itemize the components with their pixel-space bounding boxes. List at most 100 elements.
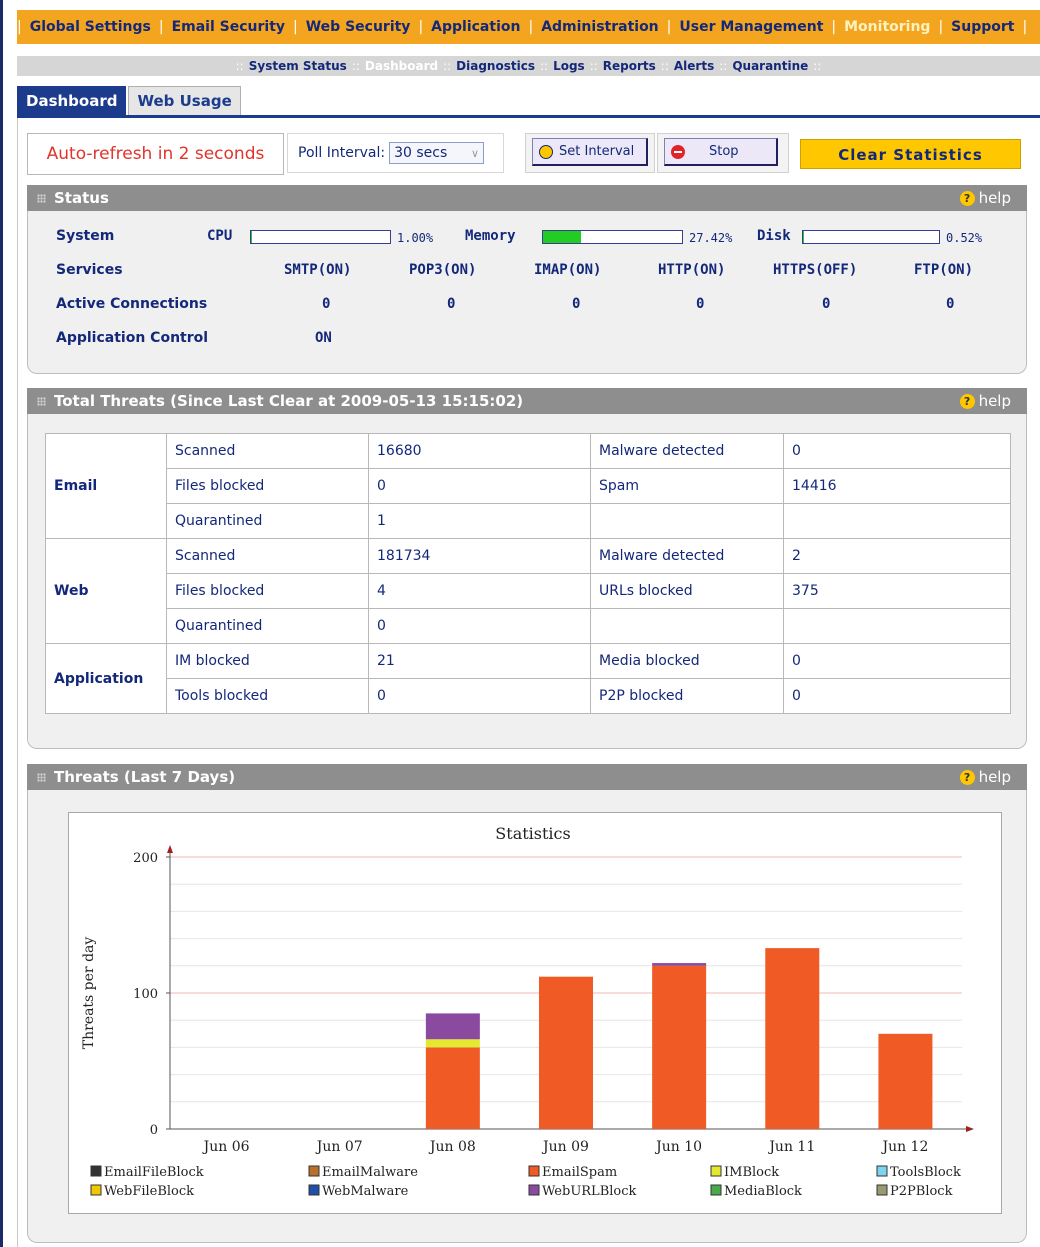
- subnav-reports[interactable]: Reports: [598, 59, 661, 73]
- memory-percent: 27.42%: [689, 231, 733, 245]
- bar-weburlblock-jun-08: [425, 1013, 480, 1040]
- chart-title: Statistics: [495, 824, 570, 843]
- metric-value: 181734: [368, 538, 591, 574]
- total-threats-header: Total Threats (Since Last Clear at 2009-…: [27, 388, 1027, 414]
- metric-label: [590, 503, 784, 539]
- y-tick-label: 200: [133, 851, 158, 866]
- active-ftp: 0: [946, 296, 955, 312]
- metric-label: Quarantined: [166, 608, 369, 644]
- threats-row-application: Tools blocked 0 P2P blocked 0: [46, 678, 1011, 714]
- subnav-separator: ::: [443, 59, 452, 73]
- subnav-separator: ::: [589, 59, 598, 73]
- help-label: help: [978, 768, 1011, 786]
- application-control-value: ON: [315, 330, 332, 346]
- threats-help-link[interactable]: ? help: [959, 388, 1011, 414]
- nav-separator: |: [1022, 19, 1028, 35]
- service-http: HTTP(ON): [658, 262, 726, 278]
- memory-bar: [542, 230, 683, 244]
- help-label: help: [978, 189, 1011, 207]
- nav-support[interactable]: Support: [943, 19, 1022, 35]
- statistics-chart: Statistics 0 100 200 Threats per day Jun 06 Ju…: [81, 824, 974, 1199]
- subnav-alerts[interactable]: Alerts: [669, 59, 719, 73]
- last7-title: Threats (Last 7 Days): [54, 768, 236, 786]
- threats-row-email: Email Scanned 16680 Malware detected 0: [45, 433, 1011, 539]
- legend-swatch-emailspam: [528, 1165, 540, 1177]
- threats-row-email: Files blocked 0 Spam 14416: [46, 468, 1011, 504]
- bar-emailspam-jun-08: [425, 1047, 480, 1129]
- memory-bar-fill: [543, 231, 582, 243]
- nav-web-security[interactable]: Web Security: [298, 19, 419, 35]
- auto-refresh-status: Auto-refresh in 2 seconds: [27, 133, 284, 175]
- x-tick-label: Jun 09: [541, 1139, 589, 1155]
- tab-bar: Dashboard Web Usage: [17, 86, 243, 116]
- system-label: System: [56, 228, 115, 244]
- left-edge-bar: [0, 0, 3, 1247]
- legend-swatch-imblock: [710, 1165, 722, 1177]
- metric-label: [590, 608, 784, 644]
- nav-user-management[interactable]: User Management: [671, 19, 831, 35]
- metric-label: Spam: [590, 468, 784, 504]
- cpu-percent: 1.00%: [397, 231, 434, 245]
- subnav-system-status[interactable]: System Status: [244, 59, 352, 73]
- x-tick-label: Jun 11: [767, 1139, 815, 1155]
- total-threats-title: Total Threats (Since Last Clear at 2009-…: [54, 392, 524, 410]
- metric-label: Malware detected: [590, 433, 784, 469]
- subnav-separator: ::: [660, 59, 669, 73]
- bar-weburlblock-jun-10: [652, 963, 707, 966]
- cpu-label: CPU: [207, 228, 233, 244]
- tab-web-usage[interactable]: Web Usage: [128, 86, 241, 115]
- metric-value: 14416: [783, 468, 1011, 504]
- threats-row-email: Quarantined 1: [46, 503, 1011, 539]
- legend-swatch-webfileblock: [90, 1184, 102, 1196]
- metric-label: Malware detected: [590, 538, 784, 574]
- legend-label-p2pblock: P2PBlock: [890, 1184, 953, 1199]
- subnav-diagnostics[interactable]: Diagnostics: [451, 59, 540, 73]
- set-interval-wrap: Set Interval: [525, 133, 655, 173]
- service-pop3: POP3(ON): [409, 262, 477, 278]
- metric-value: 0: [368, 468, 591, 504]
- subnav-separator: ::: [235, 59, 244, 73]
- metric-label: Media blocked: [590, 643, 784, 679]
- help-icon: ?: [959, 191, 975, 206]
- poll-interval-select[interactable]: 30 secs ∨: [389, 142, 485, 164]
- set-interval-button[interactable]: Set Interval: [532, 138, 648, 166]
- metric-value: 0: [368, 678, 591, 714]
- threats-row-application: Application IM blocked 21 Media blocked 0: [45, 643, 1011, 714]
- active-smtp: 0: [322, 296, 331, 312]
- metric-value: 375: [783, 573, 1011, 609]
- status-help-link[interactable]: ? help: [959, 185, 1011, 211]
- nav-administration[interactable]: Administration: [533, 19, 666, 35]
- legend-swatch-weburlblock: [528, 1184, 540, 1196]
- grip-icon: [37, 397, 46, 406]
- service-ftp: FTP(ON): [914, 262, 974, 278]
- service-smtp: SMTP(ON): [284, 262, 352, 278]
- active-pop3: 0: [447, 296, 456, 312]
- threats-row-web: Quarantined 0: [46, 608, 1011, 644]
- active-connections-label: Active Connections: [56, 296, 208, 312]
- last7-help-link[interactable]: ? help: [959, 764, 1011, 790]
- stop-button[interactable]: Stop: [664, 138, 778, 166]
- service-https: HTTPS(OFF): [773, 262, 858, 278]
- nav-global-settings[interactable]: Global Settings: [22, 19, 159, 35]
- cpu-bar-fill: [251, 231, 253, 243]
- nav-application[interactable]: Application: [423, 19, 528, 35]
- subnav-logs[interactable]: Logs: [548, 59, 590, 73]
- metric-value: 1: [368, 503, 591, 539]
- legend-label-emailmalware: EmailMalware: [322, 1165, 418, 1180]
- legend-swatch-mediablock: [710, 1184, 722, 1196]
- clear-statistics-button[interactable]: Clear Statistics: [800, 139, 1021, 169]
- legend-swatch-p2pblock: [876, 1184, 888, 1196]
- tab-dashboard[interactable]: Dashboard: [17, 86, 127, 115]
- y-axis-arrow: [167, 845, 173, 853]
- subnav-dashboard[interactable]: Dashboard: [360, 59, 443, 73]
- metric-label: P2P blocked: [590, 678, 784, 714]
- nav-email-security[interactable]: Email Security: [164, 19, 293, 35]
- legend-label-mediablock: MediaBlock: [724, 1184, 802, 1199]
- metric-value: [783, 503, 1011, 539]
- nav-monitoring[interactable]: Monitoring: [836, 19, 938, 35]
- metric-value: 0: [368, 608, 591, 644]
- help-icon: ?: [959, 394, 975, 409]
- subnav-quarantine[interactable]: Quarantine: [727, 59, 813, 73]
- threats-row-web: Web Scanned 181734 Malware detected 2: [45, 538, 1011, 644]
- sub-navigation: :: System Status:: Dashboard:: Diagnostics:…: [17, 55, 1040, 76]
